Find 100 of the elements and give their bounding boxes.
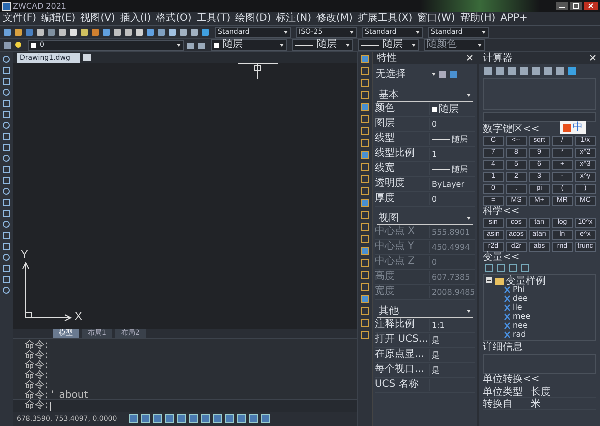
menu-item[interactable]: 标注(N) <box>276 12 312 24</box>
calculator-tool-icon[interactable] <box>530 66 541 76</box>
property-value[interactable]: 是 <box>428 364 475 376</box>
property-label: 在原点显... <box>374 349 426 361</box>
linetype-dropdown[interactable]: 随层 <box>292 39 353 51</box>
tree-item[interactable]: mee <box>512 312 531 321</box>
property-value[interactable]: 0 <box>428 193 475 205</box>
menu-item[interactable]: 绘图(D) <box>236 12 272 24</box>
menu-item[interactable]: 格式(O) <box>156 12 192 24</box>
menu-item[interactable]: APP+ <box>500 12 528 24</box>
command-line: 命令: <box>25 341 50 351</box>
calculator-tool-icon[interactable] <box>494 66 505 76</box>
property-label: 厚度 <box>374 193 396 205</box>
property-value[interactable]: 是 <box>428 349 475 361</box>
close-icon[interactable] <box>466 55 473 61</box>
section-header[interactable]: 变量<< <box>478 252 524 264</box>
new-tab-icon[interactable] <box>83 54 92 62</box>
property-label: 每个视口... <box>374 364 426 376</box>
ime-toolbar[interactable]: 中 <box>560 121 586 134</box>
calculator-tool-icon[interactable] <box>566 66 577 76</box>
property-label: 注释比例 <box>374 319 416 331</box>
calculator-tool-icon[interactable] <box>542 66 553 76</box>
command-line: 命令: <box>25 371 50 381</box>
x-axis-label: X <box>75 312 82 323</box>
property-value[interactable]: 随层 <box>428 163 475 175</box>
command-line: 命令: <box>25 361 50 371</box>
lineweight-dropdown[interactable]: 随层 <box>358 39 419 51</box>
folder-icon <box>494 276 504 284</box>
property-label: 线型比例 <box>374 148 416 160</box>
calculator-input[interactable] <box>482 112 596 122</box>
property-label: 图层 <box>374 118 396 130</box>
property-value[interactable]: ByLayer <box>428 178 475 190</box>
property-label: 透明度 <box>374 178 406 190</box>
tree-item[interactable]: Phi <box>512 285 526 294</box>
calculator-tool-icon[interactable] <box>506 66 517 76</box>
section-header[interactable]: 基本 <box>376 90 473 102</box>
property-label: 打开 UCS... <box>374 334 429 346</box>
property-value[interactable]: 0 <box>428 118 475 130</box>
property-label: 中心点 Z <box>374 256 416 268</box>
plot-style-dropdown[interactable]: 随颜色 <box>424 39 485 51</box>
ucs-axes-icon <box>21 261 73 323</box>
section-header[interactable]: 数字键区<< <box>478 124 544 136</box>
select-objects-icon[interactable] <box>438 70 447 78</box>
tree-item[interactable]: dee <box>512 294 528 303</box>
section-header: 详细信息 <box>482 342 524 354</box>
menu-item[interactable]: 插入(I) <box>120 12 152 24</box>
section-header[interactable]: 单位转换<< <box>478 374 544 386</box>
section-header[interactable]: 科学<< <box>478 206 524 218</box>
menu-item[interactable]: 工具(T) <box>196 12 231 24</box>
menu-item[interactable]: 文件(F) <box>3 12 37 24</box>
panel-title: 特性 <box>376 52 397 65</box>
property-value[interactable]: 1:1 <box>428 319 475 331</box>
tree-item[interactable]: lle <box>512 303 522 312</box>
y-axis-label: Y <box>21 250 30 261</box>
panel-title: 计算器 <box>482 52 513 65</box>
maximize-icon[interactable] <box>570 2 582 10</box>
close-icon[interactable] <box>584 2 598 10</box>
menu-item[interactable]: 编辑(E) <box>42 12 76 24</box>
menu-item[interactable]: 视图(V) <box>80 12 116 24</box>
tree-toggle-icon[interactable] <box>486 277 493 284</box>
quick-select-icon[interactable] <box>448 70 458 78</box>
command-input[interactable]: 命令: <box>13 399 358 412</box>
property-label: 高度 <box>374 271 396 283</box>
section-header[interactable]: 其他 <box>376 306 473 318</box>
close-icon[interactable] <box>590 55 596 61</box>
command-line: 命令: <box>25 381 50 391</box>
menu-item[interactable]: 帮助(H) <box>460 12 496 24</box>
unit-label: 单位类型 <box>482 386 524 398</box>
property-value[interactable]: 是 <box>428 334 475 346</box>
unit-value[interactable]: 米 <box>530 396 541 410</box>
unit-label: 转换自 <box>482 398 514 410</box>
tree-item[interactable]: rad <box>512 330 526 339</box>
command-line: 命令: <box>25 351 50 361</box>
property-value[interactable]: 随层 <box>428 103 475 115</box>
property-label: 线宽 <box>374 163 396 175</box>
property-label: 宽度 <box>374 286 396 298</box>
app-icon <box>2 2 11 10</box>
tree-item[interactable]: nee <box>512 321 528 330</box>
minimize-icon[interactable] <box>556 2 568 10</box>
color-dropdown[interactable]: 随层 <box>211 39 287 51</box>
calculator-tool-icon[interactable] <box>554 66 565 76</box>
window-title: ZWCAD 2021 <box>13 2 67 10</box>
property-value[interactable]: 随层 <box>428 133 475 145</box>
menu-item[interactable]: 扩展工具(X) <box>358 12 413 24</box>
menu-item[interactable]: 窗口(W) <box>418 12 456 24</box>
crosshair-icon <box>238 63 278 79</box>
calculator-tool-icon[interactable] <box>482 66 493 76</box>
selection-dropdown[interactable]: 无选择 <box>376 67 436 81</box>
property-label: UCS 名称 <box>374 379 420 391</box>
bulb-icon <box>14 40 23 50</box>
calculator-tool-icon[interactable] <box>518 66 529 76</box>
property-value[interactable]: 1 <box>428 148 475 160</box>
layer-icon[interactable] <box>3 40 12 50</box>
menu-item[interactable]: 修改(M) <box>316 12 353 24</box>
property-label: 中心点 X <box>374 226 416 238</box>
tree-item[interactable]: 变量样例 <box>506 274 546 288</box>
drawing-canvas[interactable]: Y X <box>13 63 358 329</box>
property-label: 中心点 Y <box>374 241 416 253</box>
property-label: 颜色 <box>374 103 396 115</box>
unit-value[interactable]: 长度 <box>530 384 551 398</box>
